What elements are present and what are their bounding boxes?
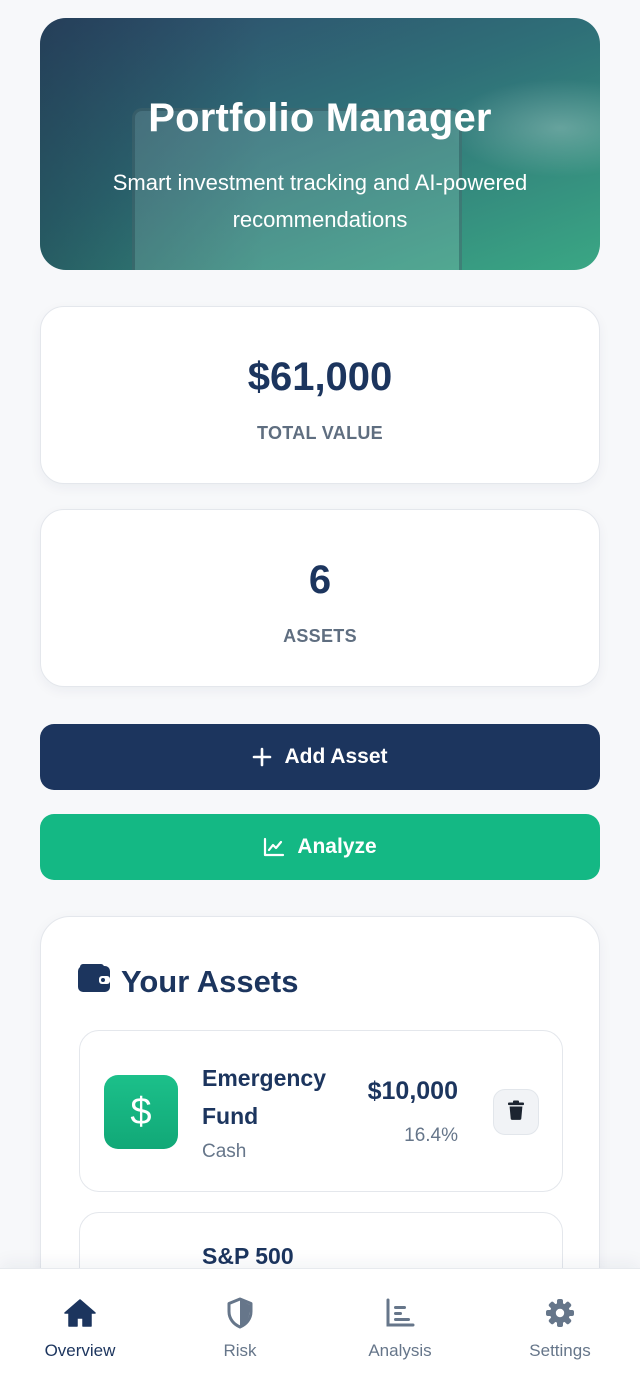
analyze-button[interactable]: Analyze bbox=[40, 814, 600, 880]
plus-icon bbox=[252, 747, 272, 767]
asset-card[interactable]: $ Emergency Fund Cash $10,000 16.4% bbox=[79, 1030, 563, 1192]
bottom-nav: Overview Risk Analysis Settings bbox=[0, 1268, 640, 1387]
nav-label: Risk bbox=[223, 1341, 257, 1360]
assets-title: Your Assets bbox=[121, 964, 299, 999]
asset-value: $10,000 bbox=[367, 1077, 458, 1105]
asset-count: 6 bbox=[308, 558, 332, 602]
nav-item-analysis[interactable]: Analysis bbox=[320, 1269, 480, 1387]
total-value: $61,000 bbox=[247, 355, 393, 399]
wallet-icon bbox=[77, 963, 111, 1001]
asset-name: Emergency Fund bbox=[202, 1065, 327, 1129]
portfolio-page: Portfolio Manager Smart investment track… bbox=[0, 0, 640, 1387]
line-chart-icon bbox=[263, 837, 285, 857]
asset-percent: 16.4% bbox=[404, 1125, 458, 1146]
add-asset-button[interactable]: Add Asset bbox=[40, 724, 600, 790]
home-icon bbox=[63, 1297, 97, 1329]
shield-icon bbox=[226, 1297, 254, 1329]
nav-item-overview[interactable]: Overview bbox=[0, 1269, 160, 1387]
nav-item-risk[interactable]: Risk bbox=[160, 1269, 320, 1387]
delete-asset-button[interactable] bbox=[493, 1089, 539, 1135]
trash-icon bbox=[507, 1100, 525, 1125]
nav-label: Overview bbox=[44, 1341, 116, 1360]
page-subtitle: Smart investment tracking and AI-powered… bbox=[112, 170, 528, 232]
total-value-label: TOTAL VALUE bbox=[257, 423, 383, 443]
nav-item-settings[interactable]: Settings bbox=[480, 1269, 640, 1387]
analyze-label: Analyze bbox=[297, 835, 377, 858]
asset-count-label: ASSETS bbox=[283, 626, 357, 646]
asset-type: Cash bbox=[202, 1141, 247, 1162]
bar-chart-icon bbox=[385, 1297, 415, 1329]
asset-count-card: 6 ASSETS bbox=[40, 509, 600, 687]
assets-heading: Your Assets bbox=[77, 963, 298, 1001]
nav-label: Settings bbox=[529, 1341, 591, 1360]
dollar-icon: $ bbox=[104, 1075, 178, 1149]
total-value-card: $61,000 TOTAL VALUE bbox=[40, 306, 600, 484]
add-asset-label: Add Asset bbox=[284, 745, 388, 768]
page-title: Portfolio Manager bbox=[148, 96, 492, 140]
gear-icon bbox=[545, 1297, 575, 1329]
hero-banner: Portfolio Manager Smart investment track… bbox=[40, 18, 600, 270]
nav-label: Analysis bbox=[368, 1341, 432, 1360]
